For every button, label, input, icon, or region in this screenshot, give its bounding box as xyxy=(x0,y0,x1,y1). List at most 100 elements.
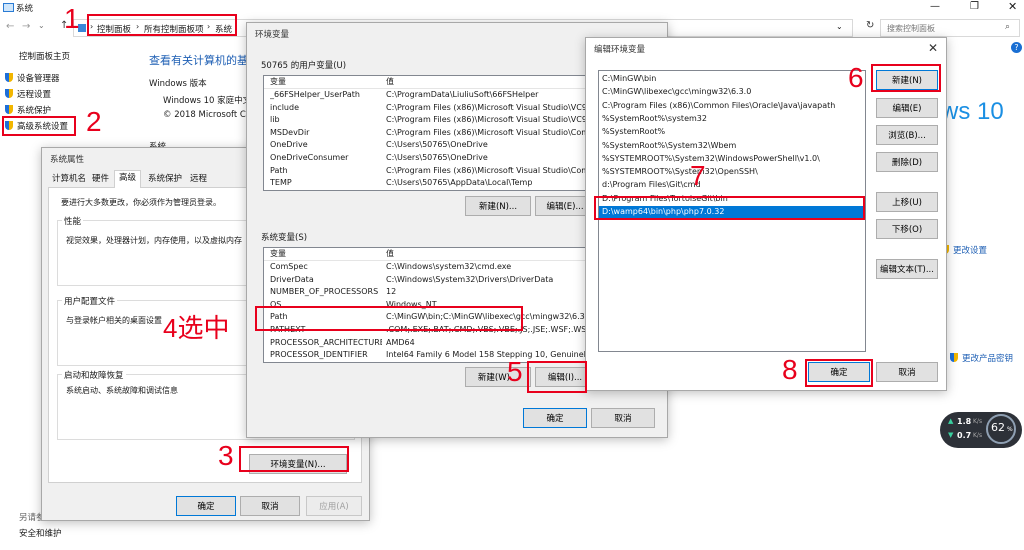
upload-speed: 1.8 xyxy=(957,417,972,426)
computer-icon xyxy=(3,3,14,12)
memory-gauge: 62 % xyxy=(986,414,1016,444)
delete-entry-button[interactable]: 删除(D) xyxy=(876,152,938,172)
step-5-number: 5 xyxy=(507,356,523,387)
dropdown-chevron-icon[interactable]: ⌄ xyxy=(836,22,843,31)
path-entry[interactable]: %SystemRoot%\system32 xyxy=(599,113,865,125)
memory-percent-unit: % xyxy=(1007,426,1013,433)
user-var-row[interactable]: lib C:\Program Files (x86)\Microsoft Visu… xyxy=(264,114,594,126)
list-header: 变量 值 xyxy=(264,76,594,89)
maximize-icon[interactable]: ❐ xyxy=(970,1,979,12)
path-entry[interactable]: C:\Program Files (x86)\Common Files\Orac… xyxy=(599,100,865,112)
sidebar-home-link[interactable]: 控制面板主页 xyxy=(19,50,70,62)
path-entry[interactable]: %SystemRoot%\System32\Wbem xyxy=(599,140,865,152)
back-arrow-icon[interactable]: ← xyxy=(6,21,14,32)
search-icon: ⌕ xyxy=(1005,22,1011,32)
list-header: 变量 值 xyxy=(264,248,594,261)
variable-value: C:\Program Files (x86)\Microsoft Visual … xyxy=(386,102,591,112)
move-up-button[interactable]: 上移(U) xyxy=(876,192,938,212)
net-speed-widget: ▲ 1.8 K/s ▼ 0.7 K/s 62 % xyxy=(940,412,1022,448)
user-var-row[interactable]: TEMP C:\Users\50765\AppData\Local\Temp xyxy=(264,177,594,189)
cancel-button[interactable]: 取消 xyxy=(591,408,655,428)
user-var-row[interactable]: include C:\Program Files (x86)\Microsoft … xyxy=(264,102,594,114)
user-var-row[interactable]: _66FSHelper_UserPath C:\ProgramData\Liuli… xyxy=(264,89,594,101)
edit-text-button[interactable]: 编辑文本(T)... xyxy=(876,259,938,279)
minimize-icon[interactable]: — xyxy=(930,1,940,12)
forward-arrow-icon[interactable]: → xyxy=(22,21,30,32)
path-entry[interactable]: %SYSTEMROOT%\System32\WindowsPowerShell\… xyxy=(599,153,865,165)
user-var-row[interactable]: MSDevDir C:\Program Files (x86)\Microsoft… xyxy=(264,127,594,139)
system-var-row[interactable]: ComSpec C:\Windows\system32\cmd.exe xyxy=(264,261,594,273)
browse-button[interactable]: 浏览(B)... xyxy=(876,125,938,145)
page-title: 查看有关计算机的基本 xyxy=(149,54,259,67)
tab-hardware[interactable]: 硬件 xyxy=(88,172,113,186)
shield-icon xyxy=(5,89,13,98)
step-3-box xyxy=(239,446,349,472)
sidebar-item-label: 系统保护 xyxy=(17,106,52,116)
close-icon[interactable]: ✕ xyxy=(928,41,938,55)
variable-value: C:\Windows\system32\cmd.exe xyxy=(386,262,512,271)
variable-value: 12 xyxy=(386,287,397,297)
change-key-link[interactable]: 更改产品密钥 xyxy=(950,352,1013,364)
cancel-button[interactable]: 取消 xyxy=(876,362,938,382)
search-input[interactable]: 搜索控制面板 ⌕ xyxy=(880,19,1020,37)
step-6-number: 6 xyxy=(848,62,864,93)
edit-entry-button[interactable]: 编辑(E) xyxy=(876,98,938,118)
change-key-label: 更改产品密钥 xyxy=(962,354,1014,364)
edition-label: Windows 版本 xyxy=(149,79,207,89)
step-4-label: 4选中 xyxy=(163,313,230,343)
path-entry[interactable]: d:\Program Files\Git\cmd xyxy=(599,179,865,191)
system-var-row[interactable]: DriverData C:\Windows\System32\Drivers\Dr… xyxy=(264,274,594,286)
step-4-box xyxy=(255,306,523,331)
user-var-row[interactable]: OneDriveConsumer C:\Users\50765\OneDrive xyxy=(264,152,594,164)
step-5-box xyxy=(527,361,587,393)
col-variable-header: 变量 xyxy=(270,249,286,258)
path-entry[interactable]: %SYSTEMROOT%\System32\OpenSSH\ xyxy=(599,166,865,178)
sidebar-item-system-protection[interactable]: 系统保护 xyxy=(5,104,51,116)
step-2-box xyxy=(2,116,76,136)
system-var-row[interactable]: PROCESSOR_IDENTIFIER Intel64 Family 6 Mod… xyxy=(264,349,594,361)
variable-name: lib xyxy=(270,115,280,125)
variable-value: C:\Program Files (x86)\Microsoft Visual … xyxy=(386,127,591,137)
close-icon[interactable]: ✕ xyxy=(1008,0,1017,13)
tab-system-protection[interactable]: 系统保护 xyxy=(144,172,186,186)
cancel-button[interactable]: 取消 xyxy=(240,496,300,516)
performance-desc: 视觉效果，处理器计划，内存使用，以及虚拟内存 xyxy=(66,236,242,245)
admin-note: 要进行大多数更改，你必须作为管理员登录。 xyxy=(61,198,221,207)
history-chevron-icon[interactable]: ⌄ xyxy=(38,21,45,30)
path-entry[interactable]: %SystemRoot% xyxy=(599,126,865,138)
path-entry[interactable]: C:\MinGW\bin xyxy=(599,73,865,85)
memory-percent: 62 xyxy=(991,421,1005,434)
col-value-header: 值 xyxy=(386,77,394,86)
ok-button[interactable]: 确定 xyxy=(523,408,587,428)
tab-computer-name[interactable]: 计算机名 xyxy=(48,172,90,186)
copyright-text: © 2018 Microsoft Cor xyxy=(163,110,255,120)
sidebar-item-device-manager[interactable]: 设备管理器 xyxy=(5,72,60,84)
refresh-icon[interactable]: ↻ xyxy=(866,20,874,31)
apply-button[interactable]: 应用(A) xyxy=(306,496,362,516)
sidebar-item-label: 远程设置 xyxy=(17,90,52,100)
sidebar-item-remote-settings[interactable]: 远程设置 xyxy=(5,88,51,100)
path-entry[interactable]: C:\MinGW\libexec\gcc\mingw32\6.3.0 xyxy=(599,86,865,98)
variable-value: AMD64 xyxy=(386,337,415,347)
system-var-row[interactable]: PROCESSOR_ARCHITECTURE AMD64 xyxy=(264,337,594,349)
user-var-row[interactable]: OneDrive C:\Users\50765\OneDrive xyxy=(264,139,594,151)
security-maintenance-link[interactable]: 安全和维护 xyxy=(19,527,62,539)
variable-value: C:\Program Files (x86)\Microsoft Visual … xyxy=(386,165,591,175)
system-var-row[interactable]: NUMBER_OF_PROCESSORS 12 xyxy=(264,286,594,298)
help-icon[interactable]: ? xyxy=(1011,42,1022,53)
shield-icon xyxy=(950,353,958,362)
ok-button[interactable]: 确定 xyxy=(176,496,236,516)
col-value-header: 值 xyxy=(386,249,394,258)
windows10-logo: ws 10 xyxy=(941,98,1004,125)
system-vars-list[interactable]: 变量 值 ComSpec C:\Windows\system32\cmd.exe D… xyxy=(263,247,595,363)
user-vars-list[interactable]: 变量 值 _66FSHelper_UserPath C:\ProgramData\… xyxy=(263,75,595,191)
tab-remote[interactable]: 远程 xyxy=(186,172,211,186)
user-new-button[interactable]: 新建(N)... xyxy=(465,196,531,216)
user-var-row[interactable]: Path C:\Program Files (x86)\Microsoft Vis… xyxy=(264,165,594,177)
tab-advanced[interactable]: 高级 xyxy=(114,170,142,188)
variable-value: C:\Users\50765\AppData\Local\Temp xyxy=(386,178,533,188)
dialog-title: 编辑环境变量 xyxy=(594,45,646,55)
move-down-button[interactable]: 下移(O) xyxy=(876,219,938,239)
change-settings-link[interactable]: 更改设置 xyxy=(941,244,987,256)
user-vars-group-label: 50765 的用户变量(U) xyxy=(261,61,347,71)
